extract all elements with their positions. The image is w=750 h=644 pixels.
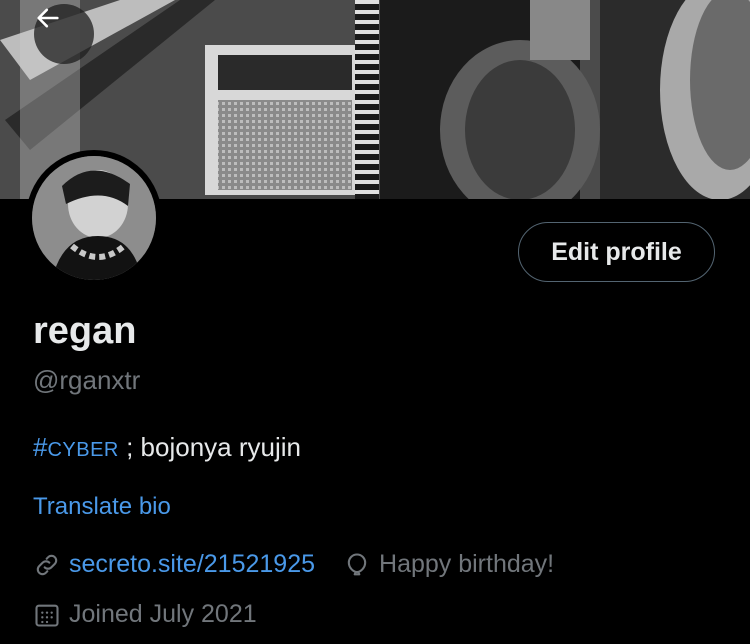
- joined-text: Joined July 2021: [69, 600, 257, 628]
- bio-text: ; bojonya ryujin: [118, 432, 301, 462]
- avatar-image: [32, 156, 156, 280]
- joined-item: Joined July 2021: [33, 600, 257, 629]
- translate-bio-link[interactable]: Translate bio: [33, 493, 171, 521]
- website-item[interactable]: secreto.site/21521925: [33, 550, 315, 579]
- link-icon: [33, 551, 61, 579]
- profile-name: regan: [33, 310, 137, 352]
- balloon-icon: [343, 551, 371, 579]
- profile-handle: @rganxtr: [33, 365, 141, 395]
- hashtag-word: CYBER: [47, 439, 119, 461]
- birthday-text: Happy birthday!: [379, 550, 555, 578]
- website-link[interactable]: secreto.site/21521925: [69, 550, 315, 579]
- edit-profile-button[interactable]: Edit profile: [518, 222, 715, 282]
- back-button[interactable]: [34, 4, 94, 64]
- bio-hashtag-link[interactable]: #CYBER: [33, 432, 119, 462]
- avatar[interactable]: [26, 150, 162, 286]
- hashtag-prefix: #: [33, 432, 48, 462]
- calendar-icon: [33, 601, 61, 629]
- profile-meta: secreto.site/21521925 Happy birthday!: [33, 550, 554, 579]
- profile-bio: #CYBER ; bojonya ryujin: [33, 432, 301, 463]
- birthday-item: Happy birthday!: [343, 550, 554, 579]
